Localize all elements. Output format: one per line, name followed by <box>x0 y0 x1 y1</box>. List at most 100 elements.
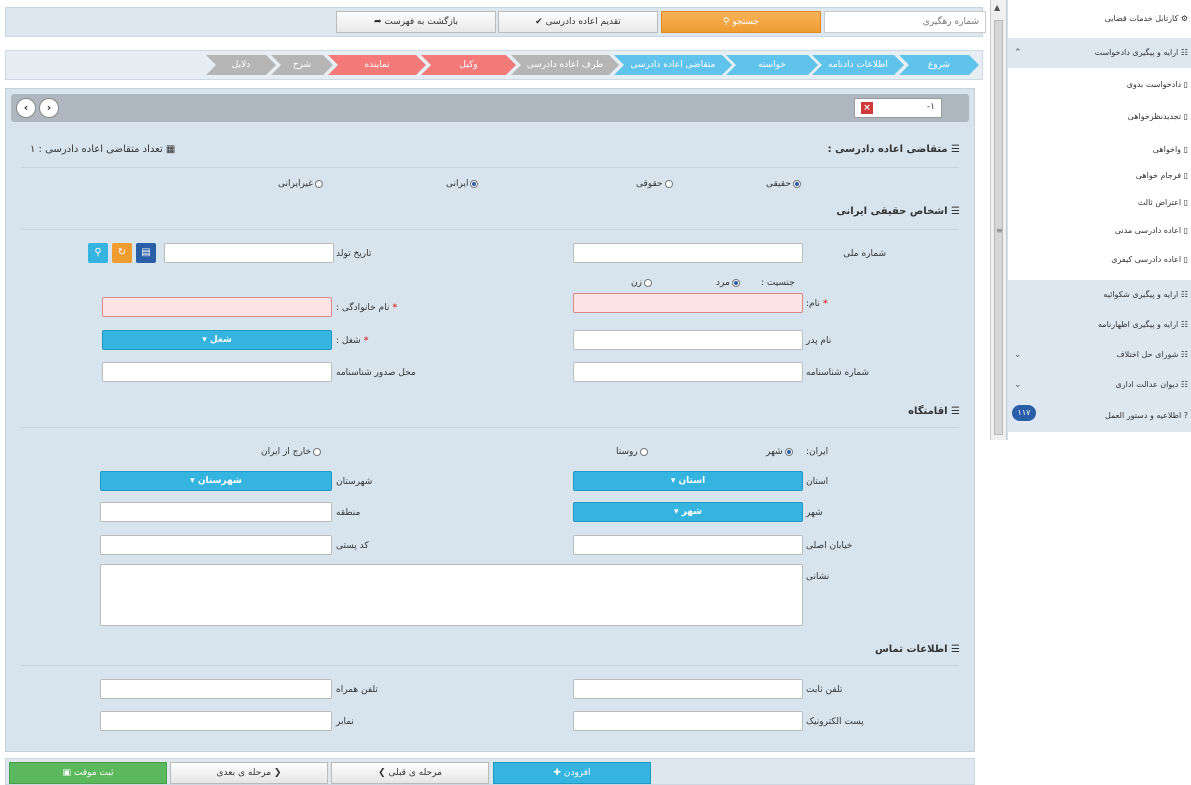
job-dropdown[interactable]: ▾ شغل <box>102 330 332 350</box>
radio-abroad-circle[interactable] <box>313 447 322 456</box>
step-claim[interactable]: خواسته <box>726 55 818 75</box>
document-icon: ▯ <box>1181 226 1188 235</box>
radio-legal-person[interactable]: حقوقی <box>636 179 673 189</box>
scroll-up-icon[interactable]: ▲ <box>994 3 1000 12</box>
first-name-text: نام: <box>806 299 820 309</box>
record-tab-number: -۱ <box>926 102 935 112</box>
sidebar-item-label: ارایه و پیگیری دادخواست <box>1094 48 1179 57</box>
province-dropdown[interactable]: ▾ استان <box>573 471 803 491</box>
sidebar-item-appeal[interactable]: ▯ تجدیدنظرخواهی <box>1008 104 1191 130</box>
step-description[interactable]: شرح <box>271 55 333 75</box>
tracking-number-input[interactable]: شماره رهگیری <box>824 11 986 33</box>
radio-male[interactable]: مرد <box>716 278 740 288</box>
step-reasons[interactable]: دلایل <box>206 55 276 75</box>
sidebar-item-petition[interactable]: ☷ ارایه و پیگیری دادخواست ⌃ <box>1008 38 1191 68</box>
sidebar-item-third-party[interactable]: ▯ اعتراض ثالث <box>1008 190 1191 216</box>
radio-iranian-circle[interactable] <box>470 179 479 188</box>
district-input[interactable] <box>100 502 332 522</box>
sidebar-item-objection[interactable]: ▯ واخواهی <box>1008 137 1191 163</box>
prev-step-button[interactable]: ❮ مرحله ی قبلی <box>331 762 489 784</box>
radio-village-circle[interactable] <box>639 447 648 456</box>
county-dropdown[interactable]: ▾ شهرستان <box>100 471 332 491</box>
sidebar-item-label: دیوان عدالت اداری <box>1115 380 1179 389</box>
close-icon[interactable]: × <box>861 102 873 114</box>
search-button[interactable]: ⚲ جستجو <box>661 11 821 33</box>
mobile-input[interactable] <box>100 679 332 699</box>
applicant-count: ▦ تعداد متقاضی اعاده دادرسی : ۱ <box>30 144 175 155</box>
save-icon: ▣ <box>62 768 74 778</box>
add-button-label: افزودن <box>563 768 591 778</box>
email-input[interactable] <box>573 711 803 731</box>
next-record-button[interactable]: › <box>39 98 59 118</box>
step-start[interactable]: شروع <box>899 55 979 75</box>
radio-real-label: حقیقی <box>766 179 791 189</box>
sidebar-item-admin-court[interactable]: ☷ دیوان عدالت اداری ⌄ <box>1008 370 1191 400</box>
sidebar-item-criminal-retrial[interactable]: ▯ اعاده دادرسی کیفری <box>1008 247 1191 273</box>
radio-iranian[interactable]: ایرانی <box>446 179 479 189</box>
city-dropdown[interactable]: ▾ شهر <box>573 502 803 522</box>
radio-abroad[interactable]: خارج از ایران <box>261 447 322 457</box>
radio-foreign[interactable]: غیرایرانی <box>278 179 323 189</box>
postal-code-input[interactable] <box>100 535 332 555</box>
email-label: پست الکترونیک <box>806 717 864 727</box>
sidebar-item-notices[interactable]: ? اطلاعیه و دستور العمل ۱۱۷ <box>1008 400 1191 432</box>
search-icon[interactable]: ⚲ <box>88 243 108 263</box>
sidebar-item-dispute-council[interactable]: ☷ شورای حل اختلاف ⌄ <box>1008 340 1191 370</box>
chevron-left-icon: ❮ <box>378 768 389 778</box>
plus-icon: ✚ <box>553 768 564 778</box>
last-name-input[interactable] <box>102 297 332 317</box>
sidebar-item-initial-petition[interactable]: ▯ دادخواست بدوی <box>1008 72 1191 98</box>
radio-real-person[interactable]: حقیقی <box>766 179 801 189</box>
submit-retrial-button[interactable]: ✔ تقدیم اعاده دادرسی <box>498 11 658 33</box>
radio-female-circle[interactable] <box>643 278 652 287</box>
national-id-input[interactable] <box>573 243 803 263</box>
birth-date-input[interactable] <box>164 243 334 263</box>
step-representative[interactable]: نماینده <box>328 55 426 75</box>
main-street-input[interactable] <box>573 535 803 555</box>
iran-label: ایران: <box>806 447 829 457</box>
fax-input[interactable] <box>100 711 332 731</box>
sidebar-item-civil-retrial[interactable]: ▯ اعاده دادرسی مدنی <box>1008 218 1191 244</box>
radio-village[interactable]: روستا <box>616 447 648 457</box>
province-dropdown-value: استان <box>678 476 706 486</box>
last-name-text: نام خانوادگی : <box>336 303 390 313</box>
radio-foreign-label: غیرایرانی <box>278 179 313 189</box>
radio-male-circle[interactable] <box>731 278 740 287</box>
radio-city-circle[interactable] <box>784 447 793 456</box>
calendar-icon[interactable]: ▤ <box>136 243 156 263</box>
id-issue-place-input[interactable] <box>102 362 332 382</box>
birth-date-group: ⚲ ↻ ▤ <box>88 243 334 263</box>
step-verdict-info[interactable]: اطلاعات دادنامه <box>812 55 904 75</box>
scrollbar-thumb[interactable]: ≡ <box>994 20 1003 435</box>
father-name-input[interactable] <box>573 330 803 350</box>
id-number-input[interactable] <box>573 362 803 382</box>
chevron-down-icon: ⌄ <box>1014 380 1022 390</box>
radio-female[interactable]: زن <box>631 278 652 288</box>
prev-record-button[interactable]: ‹ <box>16 98 36 118</box>
sidebar-item-complaint[interactable]: ☷ ارایه و پیگیری شکوائیه <box>1008 280 1191 310</box>
sidebar-item-services-cartable[interactable]: ⚙ کارتابل خدمات قضایی <box>1008 6 1191 32</box>
radio-foreign-circle[interactable] <box>314 179 323 188</box>
radio-city[interactable]: شهر <box>766 447 793 457</box>
back-to-list-button[interactable]: ➦ بازگشت به فهرست <box>336 11 496 33</box>
step-opposing-party[interactable]: طرف اعاده دادرسی <box>511 55 619 75</box>
landline-input[interactable] <box>573 679 803 699</box>
refresh-icon[interactable]: ↻ <box>112 243 132 263</box>
record-tab[interactable]: × -۱ <box>854 98 942 118</box>
radio-legal-circle[interactable] <box>664 179 673 188</box>
address-textarea[interactable] <box>100 564 803 626</box>
sidebar-item-label: اعاده دادرسی کیفری <box>1111 255 1182 264</box>
first-name-input[interactable] <box>573 293 803 313</box>
chevron-right-icon: ❯ <box>271 768 282 778</box>
radio-real-circle[interactable] <box>792 179 801 188</box>
radio-city-label: شهر <box>766 447 783 457</box>
next-step-button[interactable]: مرحله ی بعدی ❯ <box>170 762 328 784</box>
sidebar-item-declaration[interactable]: ☷ ارایه و پیگیری اظهارنامه <box>1008 310 1191 340</box>
temp-save-button[interactable]: ▣ ثبت موقت <box>9 762 167 784</box>
province-label: استان <box>806 477 829 487</box>
sidebar-scrollbar[interactable]: ▲ ≡ <box>990 0 1007 440</box>
step-lawyer[interactable]: وکیل <box>421 55 516 75</box>
add-button[interactable]: ✚ افزودن <box>493 762 651 784</box>
step-applicant[interactable]: متقاضی اعاده دادرسی <box>614 55 732 75</box>
sidebar-item-cassation[interactable]: ▯ فرجام خواهی <box>1008 163 1191 189</box>
